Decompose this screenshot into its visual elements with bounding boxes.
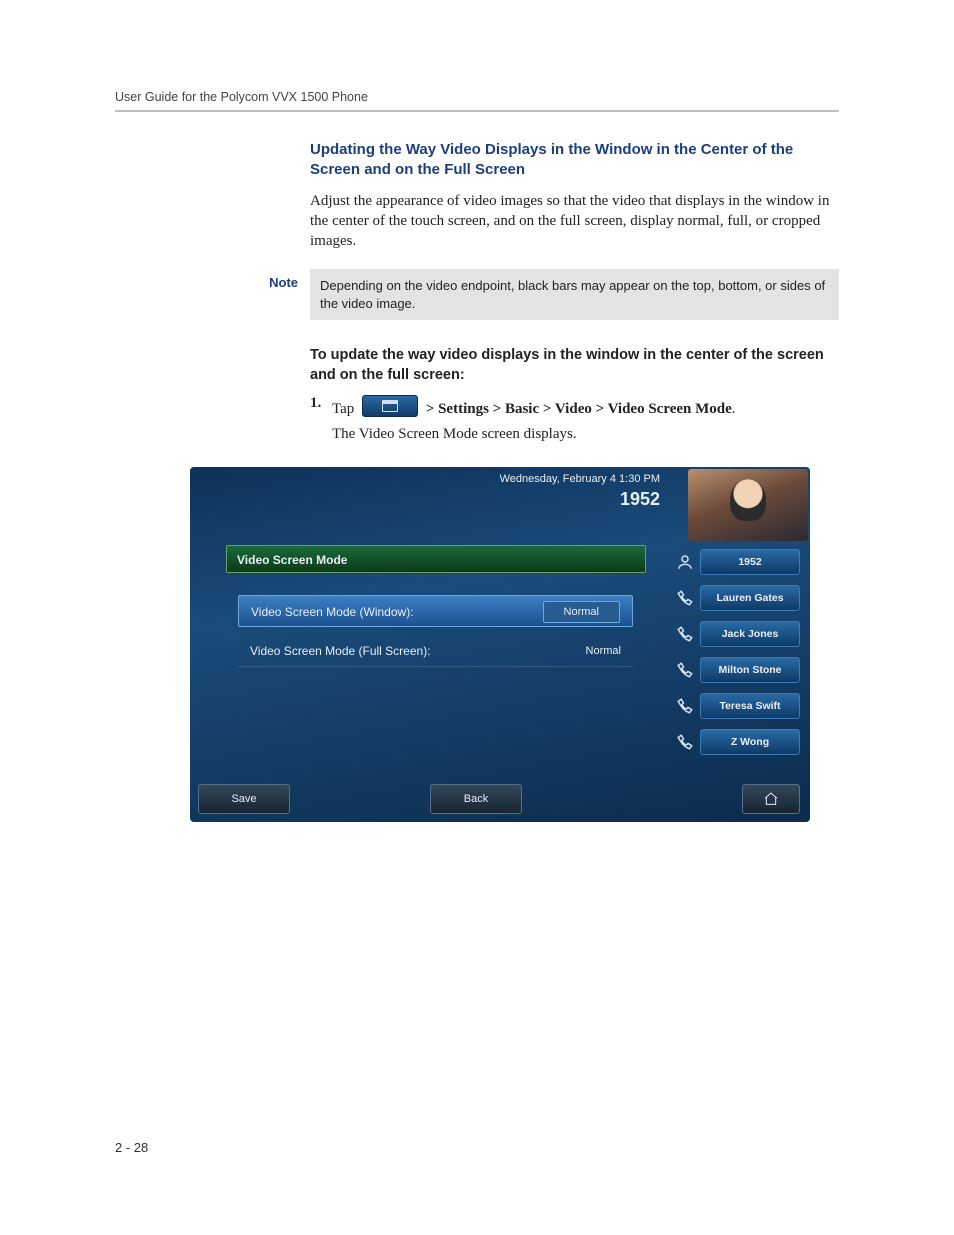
- page-number: 2 - 28: [115, 1140, 148, 1155]
- step-follow-text: The Video Screen Mode screen displays.: [332, 426, 839, 443]
- phone-datetime: Wednesday, February 4 1:30 PM: [500, 473, 660, 485]
- speed-dial-icon: [676, 697, 694, 715]
- speed-dial-label: Milton Stone: [700, 657, 800, 683]
- step-body: Tap > Settings > Basic > Video > Video S…: [332, 395, 839, 418]
- screen-title-bar: Video Screen Mode: [226, 545, 646, 573]
- phone-extension: 1952: [620, 489, 660, 510]
- section-title: Updating the Way Video Displays in the W…: [310, 140, 839, 181]
- setting-row-fullscreen[interactable]: Video Screen Mode (Full Screen): Normal: [238, 635, 633, 667]
- speed-dial-item[interactable]: Lauren Gates: [670, 585, 800, 611]
- speed-dial-item[interactable]: Z Wong: [670, 729, 800, 755]
- speed-dial-icon: [676, 733, 694, 751]
- note-text: Depending on the video endpoint, black b…: [310, 269, 839, 320]
- step-tap-word: Tap: [332, 401, 354, 417]
- self-view-video: [688, 469, 808, 541]
- running-header: User Guide for the Polycom VVX 1500 Phon…: [115, 90, 839, 112]
- setting-value: Normal: [586, 635, 621, 666]
- speed-dial-item[interactable]: Teresa Swift: [670, 693, 800, 719]
- speed-dial-item[interactable]: Milton Stone: [670, 657, 800, 683]
- speed-dial-label: 1952: [700, 549, 800, 575]
- speed-dial-label: Jack Jones: [700, 621, 800, 647]
- intro-paragraph: Adjust the appearance of video images so…: [310, 191, 839, 252]
- step-menu-path: > Settings > Basic > Video > Video Scree…: [426, 401, 732, 417]
- save-softkey[interactable]: Save: [198, 784, 290, 814]
- speed-dial-column: 1952 Lauren Gates Jack Jones Milton Ston…: [670, 549, 800, 765]
- setting-label: Video Screen Mode (Window):: [251, 596, 414, 626]
- note-block: Note Depending on the video endpoint, bl…: [115, 269, 839, 320]
- step-period: .: [732, 401, 736, 417]
- speed-dial-icon: [676, 661, 694, 679]
- speed-dial-label: Teresa Swift: [700, 693, 800, 719]
- step-1: 1. Tap > Settings > Basic > Video > Vide…: [310, 395, 839, 418]
- back-softkey[interactable]: Back: [430, 784, 522, 814]
- setting-row-window[interactable]: Video Screen Mode (Window): Normal: [238, 595, 633, 627]
- speed-dial-item[interactable]: Jack Jones: [670, 621, 800, 647]
- note-label: Note: [115, 269, 310, 290]
- home-icon: [763, 791, 779, 807]
- speed-dial-icon: [676, 589, 694, 607]
- softkey-bar: Save Back: [198, 784, 802, 814]
- manual-page: User Guide for the Polycom VVX 1500 Phon…: [0, 0, 954, 1235]
- speed-dial-label: Z Wong: [700, 729, 800, 755]
- speed-dial-label: Lauren Gates: [700, 585, 800, 611]
- speed-dial-self[interactable]: 1952: [670, 549, 800, 575]
- home-button[interactable]: [742, 784, 800, 814]
- menu-icon: [362, 395, 418, 417]
- speed-dial-icon: [676, 625, 694, 643]
- procedure-column: To update the way video displays in the …: [310, 346, 839, 443]
- setting-label: Video Screen Mode (Full Screen):: [250, 635, 431, 666]
- setting-value[interactable]: Normal: [543, 601, 620, 623]
- self-line-icon: [676, 553, 694, 571]
- phone-screenshot: Wednesday, February 4 1:30 PM 1952 Video…: [190, 467, 810, 822]
- step-number: 1.: [310, 395, 332, 412]
- content-column: Updating the Way Video Displays in the W…: [310, 140, 839, 251]
- procedure-heading: To update the way video displays in the …: [310, 346, 839, 385]
